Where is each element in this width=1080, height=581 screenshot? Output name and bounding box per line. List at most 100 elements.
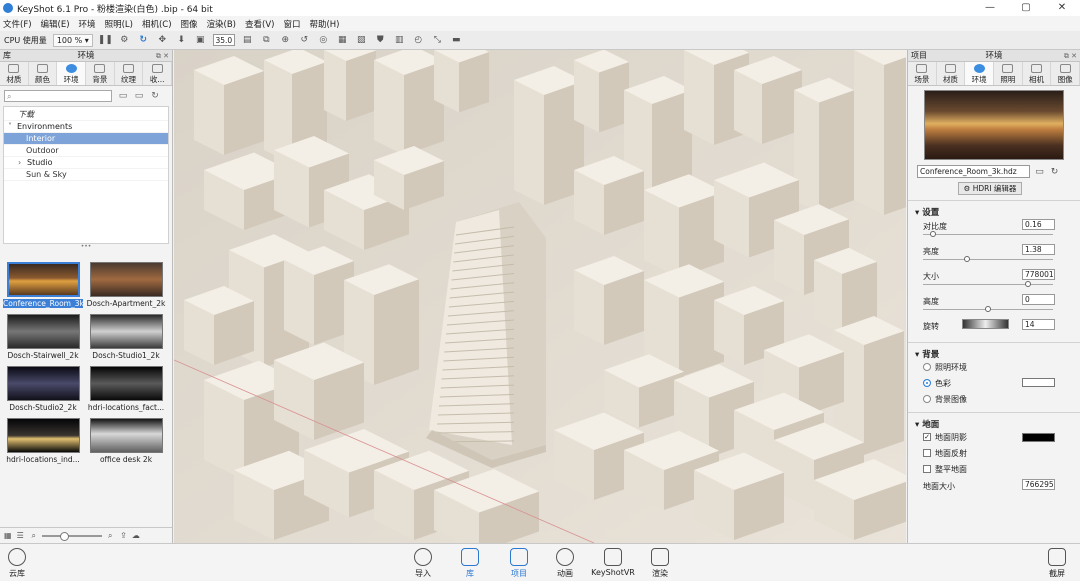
render-viewport[interactable] — [174, 50, 906, 543]
tab-colors[interactable]: 颜色 — [29, 62, 58, 85]
hdri-preview[interactable] — [924, 90, 1064, 160]
background-color-swatch[interactable] — [1022, 378, 1055, 387]
maximize-button[interactable]: ▢ — [1008, 0, 1044, 16]
tab-image[interactable]: 图像 — [1051, 62, 1080, 85]
tab-material[interactable]: 材质 — [937, 62, 966, 85]
geometry-view-icon[interactable]: ▧ — [355, 34, 368, 47]
chevron-right-icon[interactable]: › — [18, 157, 27, 169]
settings-section-title[interactable]: ▾ 设置 — [908, 201, 1080, 218]
move-tool-icon[interactable]: ✥ — [156, 34, 169, 47]
tree-item-outdoor[interactable]: Outdoor — [4, 145, 168, 157]
library-search-input[interactable]: ⌕ — [4, 90, 112, 102]
menu-render[interactable]: 渲染(B) — [207, 18, 236, 30]
menu-lighting[interactable]: 照明(L) — [105, 18, 133, 30]
brightness-slider[interactable] — [923, 256, 1053, 262]
contrast-input[interactable]: 0.16 — [1022, 219, 1055, 230]
performance-mode-icon[interactable]: ⚙ — [118, 34, 131, 47]
refresh-icon[interactable]: ↻ — [1049, 167, 1060, 177]
background-section-title[interactable]: ▾ 背景 — [908, 343, 1080, 360]
download-arrow-icon[interactable]: ⬇ — [175, 34, 188, 47]
grid-icon[interactable]: ▦ — [336, 34, 349, 47]
tab-backplates[interactable]: 背景 — [86, 62, 115, 85]
panel-close-icon[interactable]: ⧉ ✕ — [156, 50, 169, 62]
rotation-input[interactable]: 14 — [1022, 319, 1055, 330]
tree-item-studio[interactable]: › Studio — [4, 157, 168, 169]
ground-section-title[interactable]: ▾ 地面 — [908, 413, 1080, 430]
list-view-icon[interactable]: ☰ — [17, 531, 24, 540]
ground-reflections-option[interactable]: 地面反射 — [908, 445, 1080, 461]
zoom-in-icon[interactable]: ⌕ — [108, 531, 112, 541]
thumbnail-item[interactable]: hdri-locations_fact... — [86, 366, 166, 416]
thumbnail-item[interactable]: hdri-locations_ind... — [3, 418, 83, 468]
tab-camera[interactable]: 相机 — [1023, 62, 1052, 85]
render-button[interactable]: 渲染 — [635, 548, 685, 579]
slider-knob[interactable] — [930, 231, 937, 237]
slider-knob[interactable] — [985, 306, 991, 312]
folder-open-icon[interactable]: ▭ — [1034, 167, 1045, 177]
menu-window[interactable]: 窗口 — [283, 18, 300, 30]
turntable-icon[interactable]: ◴ — [412, 34, 425, 47]
camera-icon[interactable]: ▤ — [241, 34, 254, 47]
menu-edit[interactable]: 编辑(E) — [41, 18, 70, 30]
animation-button[interactable]: 动画 — [540, 548, 590, 579]
tree-item-environments[interactable]: ˅ Environments — [4, 121, 168, 133]
thumbnail-item[interactable]: Dosch-Apartment_2k — [86, 262, 166, 312]
region-icon[interactable]: ▥ — [393, 34, 406, 47]
menu-view[interactable]: 查看(V) — [245, 18, 274, 30]
height-slider[interactable] — [923, 306, 1053, 312]
checkbox[interactable] — [923, 449, 931, 457]
checkbox-checked[interactable]: ✓ — [923, 433, 931, 441]
cloud-library-button[interactable]: 云库 — [0, 548, 42, 579]
shield-icon[interactable]: ⛊ — [374, 34, 387, 47]
rotate-icon[interactable]: ↺ — [298, 34, 311, 47]
slider-knob[interactable] — [1024, 281, 1031, 287]
refresh-icon[interactable]: ↻ — [137, 34, 150, 47]
tree-item-interior[interactable]: Interior — [4, 133, 168, 145]
ground-size-input[interactable]: 766295 — [1022, 479, 1055, 490]
hdri-editor-button[interactable]: ⚙ HDRI 编辑器 — [958, 182, 1022, 195]
slider-knob[interactable] — [963, 256, 970, 262]
menu-image[interactable]: 图像 — [181, 18, 198, 30]
thumbnail-item[interactable]: Dosch-Studio2_2k — [3, 366, 83, 416]
menu-environment[interactable]: 环境 — [79, 18, 96, 30]
thumbnail-item[interactable]: office desk 2k — [86, 418, 166, 468]
tab-textures[interactable]: 纹理 — [115, 62, 144, 85]
flatten-ground-option[interactable]: 整平地面 — [908, 461, 1080, 477]
tree-item-sun-sky[interactable]: Sun & Sky — [4, 169, 168, 181]
tab-scene[interactable]: 场景 — [908, 62, 937, 85]
refresh-icon[interactable]: ↻ — [150, 91, 160, 101]
background-option-image[interactable]: 背景图像 — [908, 391, 1080, 407]
tree-item-download[interactable]: 下载 — [4, 109, 168, 121]
menu-camera[interactable]: 相机(C) — [142, 18, 172, 30]
thumbnail-item[interactable]: Dosch-Stairwell_2k — [3, 314, 83, 364]
thumbnail-size-slider[interactable] — [41, 531, 102, 541]
import-button[interactable]: 导入 — [398, 548, 448, 579]
size-slider[interactable] — [923, 281, 1053, 287]
scale-icon[interactable]: ⤡ — [431, 34, 444, 47]
folder-open-icon[interactable]: ▭ — [118, 91, 128, 101]
minimize-button[interactable]: — — [972, 0, 1008, 16]
rotation-dial[interactable] — [962, 319, 1009, 329]
upload-icon[interactable]: ⇪ — [120, 531, 127, 540]
cpu-usage-select[interactable]: 100 % ▾ — [52, 33, 93, 47]
folder-add-icon[interactable]: ▭ — [134, 91, 144, 101]
screenshot-icon[interactable]: ▬ — [450, 34, 463, 47]
radio-button[interactable] — [923, 379, 931, 387]
grid-view-icon[interactable]: ▦ — [4, 531, 12, 540]
pause-icon[interactable]: ❚❚ — [98, 34, 113, 47]
thumbnail-item[interactable]: Conference_Room_3k — [3, 262, 83, 312]
tab-favorites[interactable]: 收... — [143, 62, 173, 85]
size-input[interactable]: 778001 — [1022, 269, 1055, 280]
background-option-color[interactable]: 色彩 — [908, 375, 1080, 391]
radio-button[interactable] — [923, 363, 931, 371]
background-option-lighting[interactable]: 照明环境 — [908, 359, 1080, 375]
zoom-out-icon[interactable]: ⌕ — [31, 531, 35, 541]
library-button[interactable]: 库 — [445, 548, 495, 579]
tab-environment[interactable]: 环境 — [965, 62, 995, 85]
thumbnail-item[interactable]: Dosch-Studio1_2k — [86, 314, 166, 364]
checkbox[interactable] — [923, 465, 931, 473]
add-camera-icon[interactable]: ⊕ — [279, 34, 292, 47]
camera-list-icon[interactable]: ⧉ — [260, 34, 273, 47]
menu-help[interactable]: 帮助(H) — [309, 18, 339, 30]
target-icon[interactable]: ◎ — [317, 34, 330, 47]
